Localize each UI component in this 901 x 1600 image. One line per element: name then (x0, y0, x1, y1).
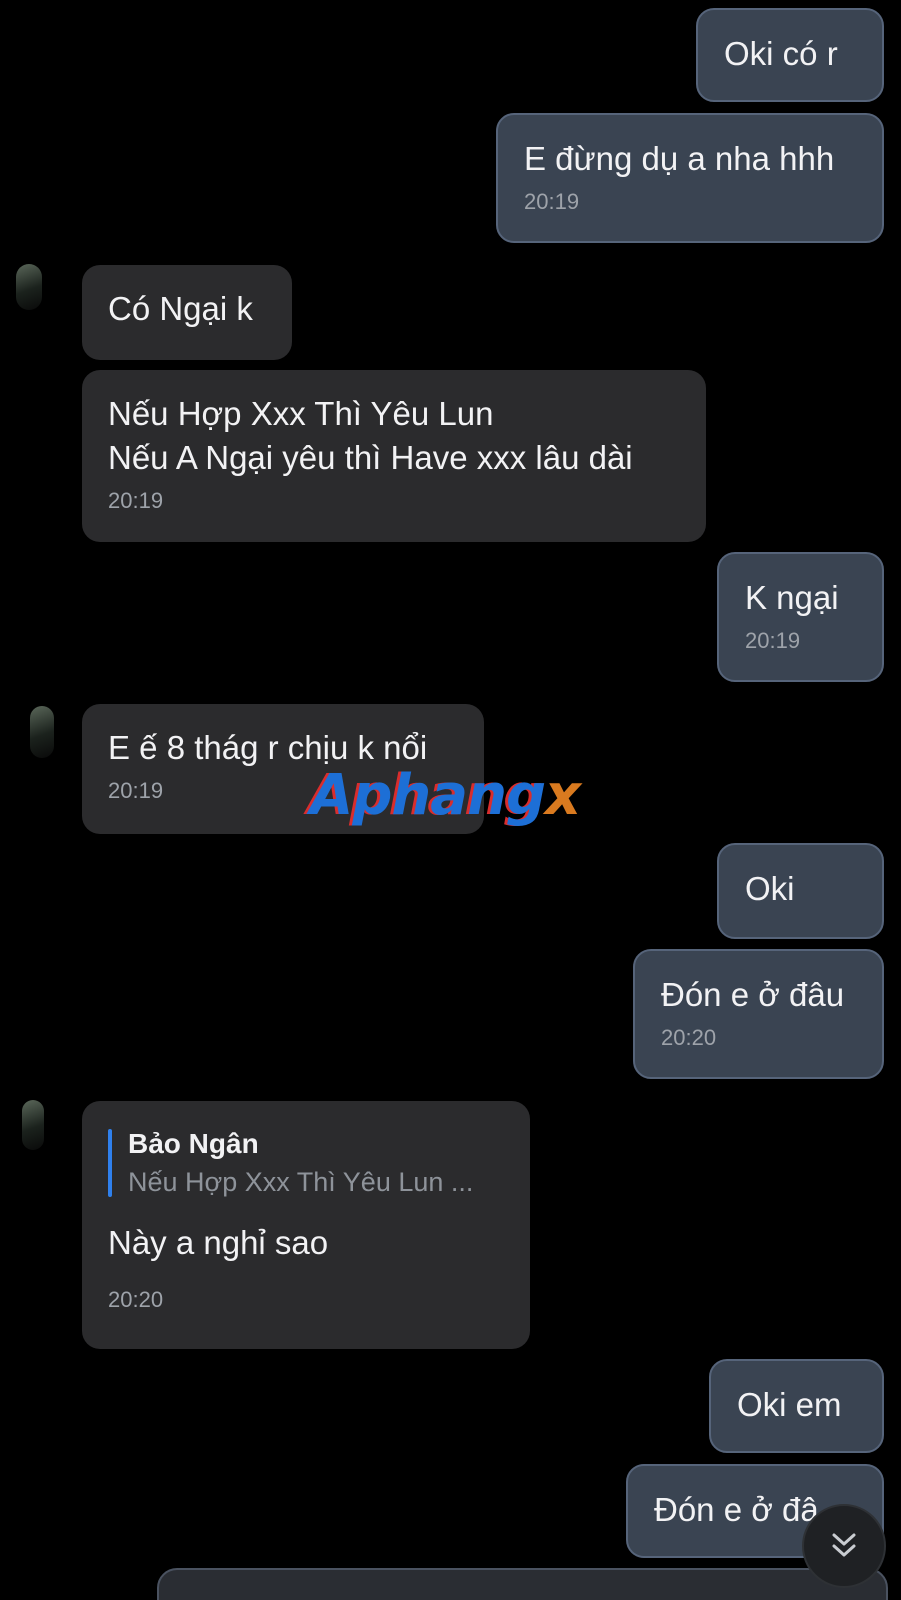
message-text: E đừng dụ a nha hhh (524, 140, 835, 177)
message-timestamp: 20:19 (745, 628, 801, 653)
sender-avatar[interactable] (22, 1100, 44, 1150)
sender-avatar[interactable] (16, 264, 42, 310)
sender-avatar[interactable] (30, 706, 54, 758)
message-bubble-incoming-reply[interactable]: Bảo Ngân Nếu Hợp Xxx Thì Yêu Lun ... Này… (82, 1101, 530, 1349)
message-bubble-outgoing[interactable]: Đón e ở đâu 20:20 (633, 949, 884, 1079)
message-text: Đón e ở đâu (661, 976, 845, 1013)
message-text: Oki có r (724, 35, 838, 72)
message-bubble-outgoing[interactable]: E đừng dụ a nha hhh 20:19 (496, 113, 884, 243)
message-bubble-incoming[interactable]: E ế 8 thág r chịu k nổi 20:19 (82, 704, 484, 834)
scroll-to-bottom-button[interactable] (802, 1504, 886, 1588)
message-timestamp: 20:19 (108, 488, 164, 513)
reply-quote[interactable]: Bảo Ngân Nếu Hợp Xxx Thì Yêu Lun ... (108, 1125, 504, 1201)
message-text: E ế 8 thág r chịu k nổi (108, 729, 428, 766)
message-bubble-outgoing[interactable]: Oki em (709, 1359, 884, 1453)
message-timestamp: 20:20 (661, 1025, 717, 1050)
message-text: Nếu Hợp Xxx Thì Yêu Lun Nếu A Ngại yêu t… (108, 395, 633, 476)
message-bubble-outgoing[interactable]: Oki (717, 843, 884, 939)
message-bubble-outgoing[interactable]: K ngại 20:19 (717, 552, 884, 682)
message-text: K ngại (745, 579, 839, 616)
message-timestamp: 20:19 (524, 189, 580, 214)
message-text: Này a nghỉ sao (108, 1224, 329, 1261)
message-text: Có Ngại k (108, 290, 253, 327)
message-text: Oki (745, 870, 795, 907)
reply-snippet: Nếu Hợp Xxx Thì Yêu Lun ... (128, 1167, 474, 1197)
message-input-bar[interactable] (157, 1568, 888, 1600)
double-chevron-down-icon (832, 1533, 856, 1557)
reply-sender-name: Bảo Ngân (128, 1128, 259, 1159)
message-bubble-outgoing[interactable]: Oki có r (696, 8, 884, 102)
message-bubble-incoming[interactable]: Nếu Hợp Xxx Thì Yêu Lun Nếu A Ngại yêu t… (82, 370, 706, 542)
message-text: Oki em (737, 1386, 842, 1423)
chat-screen: Oki có r E đừng dụ a nha hhh 20:19 Có Ng… (0, 0, 901, 1600)
message-timestamp: 20:19 (108, 778, 164, 803)
message-timestamp: 20:20 (108, 1287, 164, 1312)
message-bubble-incoming[interactable]: Có Ngại k (82, 265, 292, 360)
